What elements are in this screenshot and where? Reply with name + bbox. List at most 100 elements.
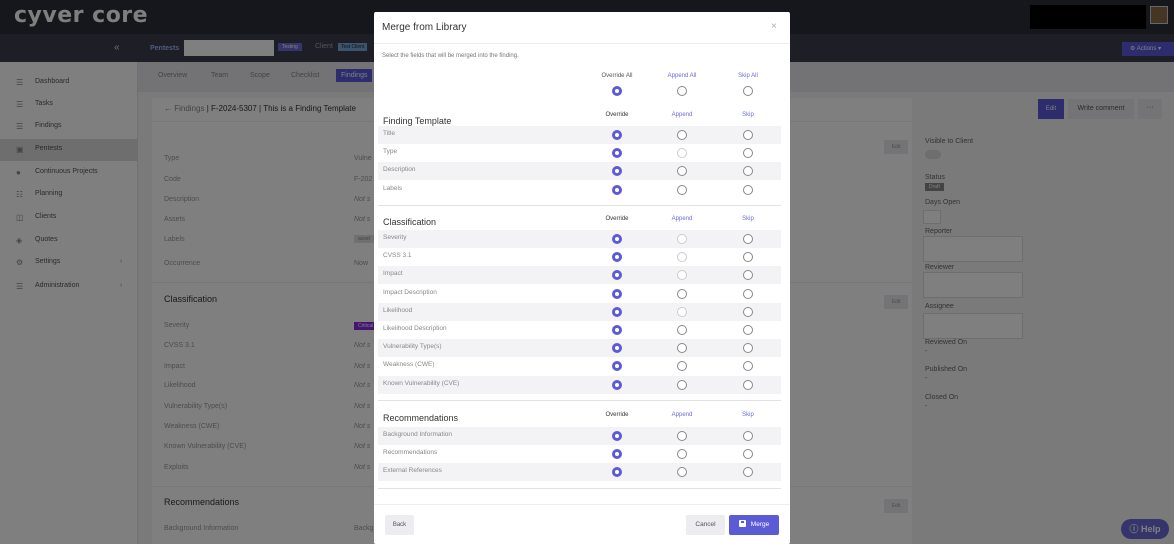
skip-radio[interactable]: [743, 270, 753, 281]
field-label: Severity: [383, 234, 407, 241]
field-label: CVSS 3.1: [383, 252, 412, 260]
column-header-skip: Skip: [742, 412, 754, 418]
override-radio[interactable]: [612, 379, 622, 390]
merge-field-row: Weakness (CWE): [378, 357, 781, 375]
merge-field-row: Likelihood: [378, 302, 781, 321]
append-radio: [677, 270, 687, 281]
skip-radio[interactable]: [743, 148, 753, 159]
append-radio[interactable]: [677, 166, 687, 177]
override-all-label: Override All: [601, 73, 633, 79]
skip-radio[interactable]: [743, 252, 753, 263]
skip-radio[interactable]: [743, 431, 753, 441]
section-divider: [378, 487, 781, 489]
append-radio[interactable]: [677, 184, 687, 195]
column-header-append: Append: [671, 112, 693, 118]
append-all-radio[interactable]: [677, 86, 687, 96]
close-icon[interactable]: ×: [771, 21, 777, 32]
merge-field-row: External References: [378, 463, 781, 482]
field-label: Title: [383, 130, 396, 137]
divider: [374, 504, 790, 505]
override-radio[interactable]: [612, 449, 622, 460]
override-radio[interactable]: [612, 270, 622, 281]
merge-button[interactable]: Merge: [729, 515, 779, 535]
override-radio[interactable]: [612, 148, 622, 159]
column-header-append: Append: [671, 216, 693, 222]
dialog-subtitle: Select the fields that will be merged in…: [382, 53, 519, 59]
override-radio[interactable]: [612, 184, 622, 195]
override-radio[interactable]: [612, 325, 622, 335]
append-radio[interactable]: [677, 343, 687, 354]
skip-radio[interactable]: [743, 361, 753, 372]
field-label: Vulnerability Type(s): [383, 343, 442, 351]
merge-field-row: Background Information: [378, 427, 781, 445]
override-radio[interactable]: [612, 130, 622, 140]
override-radio[interactable]: [612, 343, 622, 354]
column-header-override: Override: [605, 112, 629, 118]
skip-radio[interactable]: [743, 184, 753, 195]
append-radio[interactable]: [677, 431, 687, 441]
override-radio[interactable]: [612, 288, 622, 299]
field-label: Recommendations: [383, 449, 438, 457]
merge-field-row: Recommendations: [378, 445, 781, 463]
field-label: Type: [383, 148, 398, 156]
skip-radio[interactable]: [743, 325, 753, 335]
merge-field-row: Title: [378, 126, 781, 144]
override-radio[interactable]: [612, 252, 622, 263]
append-radio: [677, 148, 687, 159]
column-header-skip: Skip: [742, 112, 754, 118]
field-label: Impact Description: [383, 288, 437, 296]
append-all-label: Append All: [667, 73, 697, 79]
override-radio[interactable]: [612, 467, 622, 478]
append-radio[interactable]: [677, 288, 687, 299]
skip-radio[interactable]: [743, 467, 753, 478]
cancel-button[interactable]: Cancel: [686, 515, 725, 535]
back-button[interactable]: Back: [385, 515, 414, 535]
merge-field-row: Labels: [378, 181, 781, 199]
skip-all-label: Skip All: [738, 73, 758, 79]
skip-radio[interactable]: [743, 306, 753, 317]
merge-field-row: Description: [378, 162, 781, 181]
merge-label: Merge: [750, 521, 770, 528]
merge-field-row: CVSS 3.1: [378, 248, 781, 266]
append-radio[interactable]: [677, 130, 687, 140]
field-label: Likelihood Description: [383, 325, 447, 332]
append-radio[interactable]: [677, 379, 687, 390]
merge-field-row: Impact: [378, 266, 781, 285]
merge-field-row: Known Vulnerability (CVE): [378, 375, 781, 394]
field-label: Impact: [383, 270, 403, 278]
append-radio[interactable]: [677, 361, 687, 372]
skip-radio[interactable]: [743, 288, 753, 299]
merge-from-library-dialog: Merge from Library × Select the fields t…: [374, 12, 790, 544]
append-radio[interactable]: [677, 449, 687, 460]
append-radio: [677, 306, 687, 317]
append-radio: [677, 234, 687, 244]
override-radio[interactable]: [612, 166, 622, 177]
field-label: Known Vulnerability (CVE): [383, 379, 460, 387]
skip-radio[interactable]: [743, 343, 753, 354]
override-radio[interactable]: [612, 306, 622, 317]
merge-field-row: Type: [378, 144, 781, 162]
override-radio[interactable]: [612, 361, 622, 372]
field-label: Labels: [383, 184, 403, 192]
save-icon: [738, 520, 746, 527]
merge-field-row: Likelihood Description: [378, 321, 781, 339]
skip-all-radio[interactable]: [743, 86, 753, 96]
merge-field-row: Impact Description: [378, 285, 781, 303]
dialog-header: Merge from Library ×: [374, 12, 790, 44]
skip-radio[interactable]: [743, 166, 753, 177]
override-radio[interactable]: [612, 234, 622, 244]
skip-radio[interactable]: [743, 234, 753, 244]
field-label: Weakness (CWE): [383, 361, 435, 369]
skip-radio[interactable]: [743, 130, 753, 140]
skip-radio[interactable]: [743, 379, 753, 390]
override-radio[interactable]: [612, 431, 622, 441]
column-header-override: Override: [605, 216, 629, 222]
append-radio[interactable]: [677, 325, 687, 335]
column-header-skip: Skip: [742, 216, 754, 222]
skip-radio[interactable]: [743, 449, 753, 460]
append-radio[interactable]: [677, 467, 687, 478]
override-all-radio[interactable]: [612, 86, 622, 96]
append-radio: [677, 252, 687, 263]
field-label: Description: [383, 166, 416, 174]
field-label: Likelihood: [383, 306, 413, 314]
